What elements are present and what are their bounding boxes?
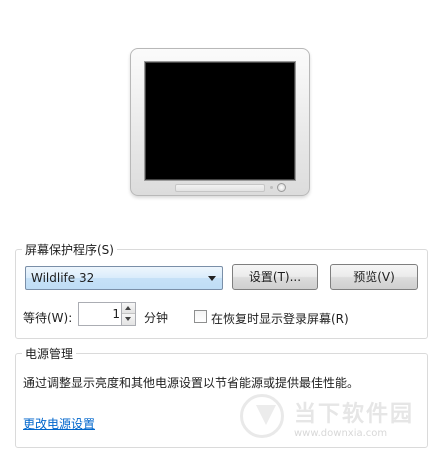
resume-login-checkbox[interactable] [194,310,207,323]
screensaver-group-title: 屏幕保护程序(S) [22,241,117,258]
resume-login-label[interactable]: 在恢复时显示登录屏幕(R) [211,310,349,327]
change-power-settings-link[interactable]: 更改电源设置 [23,415,95,432]
screensaver-group: 屏幕保护程序(S) Wildlife 32 设置(T)... 预览(V) 等待(… [15,241,428,339]
screensaver-select-value: Wildlife 32 [31,271,95,285]
screensaver-select[interactable]: Wildlife 32 [25,266,223,290]
preview-button[interactable]: 预览(V) [330,264,418,290]
power-management-group: 电源管理 通过调整显示亮度和其他电源设置以节省能源或提供最佳性能。 更改电源设置 [15,345,428,448]
settings-button[interactable]: 设置(T)... [232,264,318,290]
monitor-preview [130,48,310,196]
stepper-buttons [121,303,135,325]
wait-label: 等待(W): [23,311,73,325]
power-description: 通过调整显示亮度和其他电源设置以节省能源或提供最佳性能。 [23,376,360,390]
monitor-led-icon [270,186,273,189]
chevron-down-icon[interactable] [208,276,216,281]
power-group-title: 电源管理 [22,345,77,362]
monitor-bezel-slot [175,184,265,192]
wait-minutes-stepper[interactable]: 1 [78,302,136,326]
minutes-label: 分钟 [144,311,169,325]
wait-minutes-value[interactable]: 1 [79,307,120,321]
monitor-screen [144,61,296,181]
spin-down-icon[interactable] [122,314,135,325]
spin-up-icon[interactable] [122,303,135,314]
monitor-power-icon [277,183,286,192]
